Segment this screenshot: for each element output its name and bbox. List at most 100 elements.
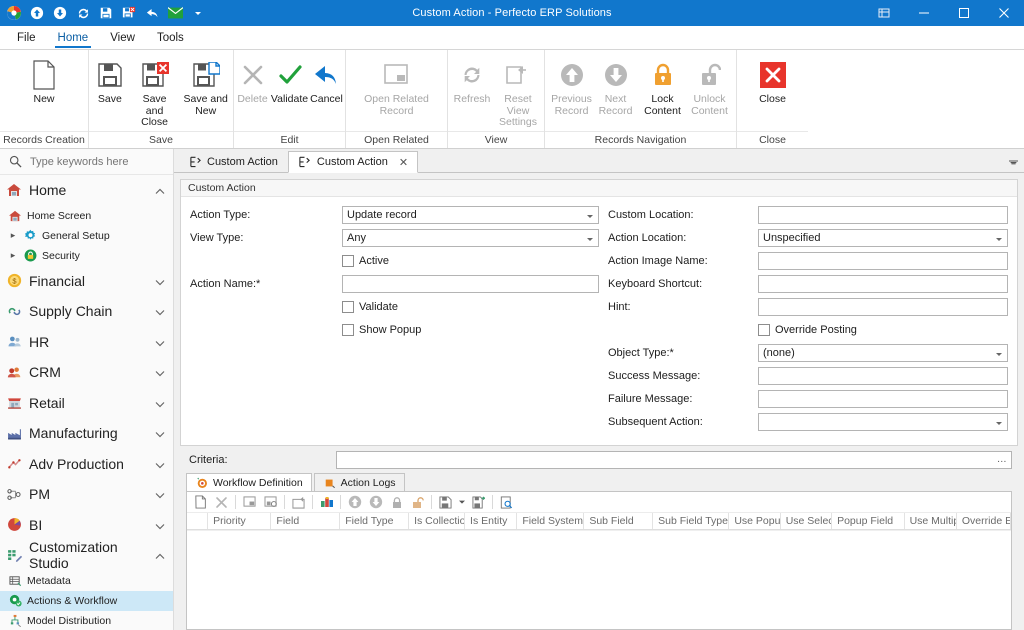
criteria-ellipsis-button[interactable]: … (994, 451, 1010, 469)
save-and-close-icon[interactable] (119, 3, 139, 23)
customize-qat-icon[interactable] (188, 3, 208, 23)
sidebar-item-pm[interactable]: PM (0, 479, 173, 510)
chevron-right-icon[interactable]: ▸ (8, 230, 18, 241)
grid-header-cell[interactable]: Popup Field (832, 513, 905, 529)
menu-item-home[interactable]: Home (47, 26, 100, 49)
menu-item-file[interactable]: File (6, 26, 47, 49)
grid-header-cell[interactable]: Field Type (340, 513, 410, 529)
failure-message-input[interactable] (758, 389, 1008, 408)
unlock-icon[interactable] (407, 493, 428, 512)
ribbon-button-validate[interactable]: Validate (271, 56, 309, 106)
sidebar-item-metadata[interactable]: Metadata (0, 571, 173, 591)
validate-checkbox[interactable] (342, 300, 354, 313)
sidebar-item-model-distribution[interactable]: Model Distribution (0, 611, 173, 630)
preview-icon[interactable] (496, 493, 517, 512)
grid-header-cell[interactable]: Use Selec… (781, 513, 833, 529)
sidebar-item-actions-workflow[interactable]: Actions & Workflow (0, 590, 173, 611)
ribbon-button-next-record[interactable]: Next Record (594, 56, 638, 117)
mail-icon[interactable] (165, 3, 185, 23)
keyboard-shortcut-input[interactable] (758, 274, 1008, 293)
next-record-icon[interactable] (50, 3, 70, 23)
undo-icon[interactable] (142, 3, 162, 23)
open-record-search-icon[interactable] (260, 493, 281, 512)
sidebar-item-crm[interactable]: CRM (0, 357, 173, 388)
lock-icon[interactable] (386, 493, 407, 512)
close-icon[interactable]: ✕ (399, 156, 408, 169)
success-message-input[interactable] (758, 366, 1008, 385)
menu-item-view[interactable]: View (99, 26, 146, 49)
save-layout-as-icon[interactable] (468, 493, 489, 512)
sidebar-item-adv-production[interactable]: Adv Production (0, 449, 173, 480)
open-record-icon[interactable] (239, 493, 260, 512)
ribbon-button-previous-record[interactable]: Previous Record (550, 56, 594, 117)
ribbon-button-reset-view-settings[interactable]: Reset View Settings (494, 56, 542, 129)
menu-item-tools[interactable]: Tools (146, 26, 195, 49)
sidebar-item-home-screen[interactable]: Home Screen (0, 206, 173, 226)
ribbon-button-save-and-close[interactable]: Save and Close (131, 56, 179, 129)
refresh-icon[interactable] (73, 3, 93, 23)
save-icon[interactable] (96, 3, 116, 23)
action-type-combo[interactable]: Update record (342, 205, 599, 224)
app-logo-icon[interactable] (4, 3, 24, 23)
grid-header-cell[interactable]: Use Multip… (905, 513, 957, 529)
view-type-combo[interactable]: Any (342, 228, 599, 247)
sidebar-item-manufacturing[interactable]: Manufacturing (0, 418, 173, 449)
object-type-combo[interactable]: (none) (758, 343, 1008, 362)
grid-header-cell[interactable]: Sub Field Type (653, 513, 730, 529)
sidebar-item-home[interactable]: Home (0, 175, 173, 206)
chevron-right-icon[interactable]: ▸ (8, 250, 18, 261)
maximize-button[interactable] (944, 0, 984, 26)
action-image-name-input[interactable] (758, 251, 1008, 270)
grid-header-cell[interactable]: Override Exp… (957, 513, 1012, 529)
ribbon-button-delete[interactable]: Delete (235, 56, 271, 106)
move-up-icon[interactable] (344, 493, 365, 512)
ribbon-button-save-and-new[interactable]: Save and New (178, 56, 233, 117)
grid-header-cell[interactable]: Field (271, 513, 341, 529)
grid-header-cell[interactable]: Priority (208, 513, 272, 529)
sidebar-item-retail[interactable]: Retail (0, 388, 173, 419)
layout-colors-icon[interactable] (316, 493, 337, 512)
grid-body[interactable] (187, 530, 1011, 629)
sidebar-item-financial[interactable]: $ Financial (0, 266, 173, 297)
override-posting-checkbox[interactable] (758, 323, 770, 336)
grid-header-cell[interactable]: Use Popu… (729, 513, 781, 529)
tab-workflow-definition[interactable]: Workflow Definition (186, 473, 312, 491)
close-button[interactable] (984, 0, 1024, 26)
ribbon-button-refresh[interactable]: Refresh (450, 56, 494, 106)
delete-row-icon[interactable] (211, 493, 232, 512)
active-checkbox[interactable] (342, 254, 354, 267)
custom-location-input[interactable] (758, 205, 1008, 224)
show-popup-checkbox[interactable] (342, 323, 354, 336)
grid-header-cell[interactable]: Is Entity (465, 513, 518, 529)
sidebar-item-general-setup[interactable]: ▸ General Setup (0, 226, 173, 246)
sidebar-item-security[interactable]: ▸ Security (0, 246, 173, 266)
tab-list-dropdown-icon[interactable] (1002, 150, 1024, 172)
document-tab-1[interactable]: Custom Action (178, 150, 288, 172)
document-tab-2[interactable]: Custom Action ✕ (287, 151, 419, 173)
tab-action-logs[interactable]: Action Logs (313, 473, 405, 491)
sidebar-search[interactable] (0, 149, 173, 175)
search-input[interactable] (28, 154, 158, 169)
ribbon-button-lock-content[interactable]: Lock Content (638, 56, 688, 117)
ribbon-button-new[interactable]: New (15, 56, 73, 106)
sidebar-item-hr[interactable]: HR (0, 327, 173, 358)
export-icon[interactable] (288, 493, 309, 512)
ribbon-button-close[interactable]: Close (744, 56, 802, 106)
save-layout-icon[interactable] (435, 493, 456, 512)
sidebar-item-bi[interactable]: BI (0, 510, 173, 541)
ribbon-button-save[interactable]: Save (89, 56, 131, 106)
grid-header-cell[interactable]: Is Collection (409, 513, 466, 529)
move-down-icon[interactable] (365, 493, 386, 512)
ribbon-button-unlock-content[interactable]: Unlock Content (688, 56, 732, 117)
criteria-input[interactable] (336, 450, 1012, 469)
minimize-button[interactable] (904, 0, 944, 26)
sidebar-item-customization-studio[interactable]: Customization Studio (0, 539, 173, 571)
action-name-input[interactable] (342, 274, 599, 293)
action-location-combo[interactable]: Unspecified (758, 228, 1008, 247)
new-row-icon[interactable] (190, 493, 211, 512)
grid-header-cell[interactable] (187, 513, 209, 529)
subsequent-action-combo[interactable] (758, 412, 1008, 431)
ribbon-button-cancel[interactable]: Cancel (309, 56, 345, 106)
sidebar-item-supply-chain[interactable]: Supply Chain (0, 296, 173, 327)
ribbon-button-open-related-record[interactable]: Open Related Record (361, 56, 433, 117)
